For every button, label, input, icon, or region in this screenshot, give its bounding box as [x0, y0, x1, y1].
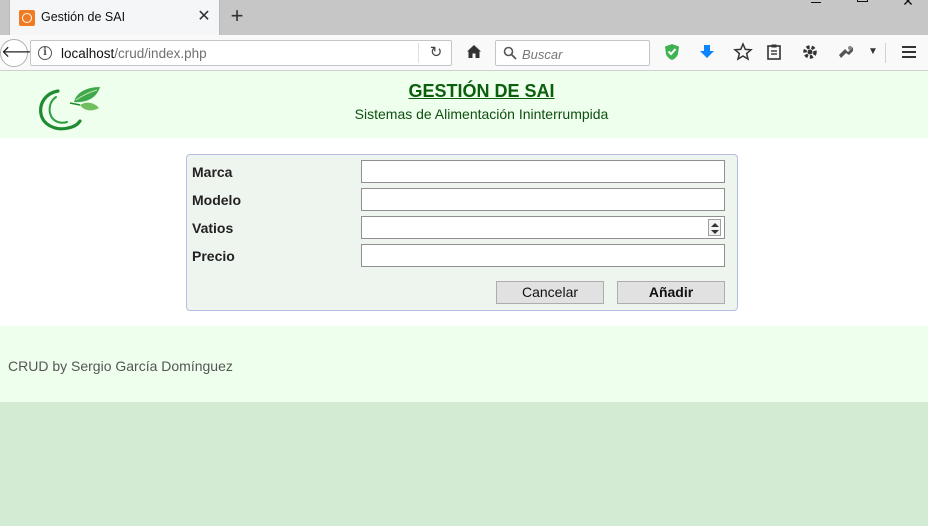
- minimize-window-button[interactable]: [796, 0, 836, 12]
- marca-input[interactable]: [361, 160, 725, 183]
- gear-icon[interactable]: [800, 42, 820, 62]
- cancel-button[interactable]: Cancelar: [496, 281, 604, 304]
- new-tab-icon[interactable]: +: [227, 5, 247, 27]
- add-button[interactable]: Añadir: [617, 281, 725, 304]
- back-arrow-icon[interactable]: 🡐: [0, 39, 44, 67]
- maximize-window-button[interactable]: [842, 0, 882, 12]
- precio-input[interactable]: [361, 244, 725, 267]
- search-placeholder: Buscar: [522, 47, 563, 62]
- modelo-label: Modelo: [192, 192, 241, 208]
- close-tab-icon[interactable]: ✕: [196, 9, 212, 25]
- page: GESTIÓN DE SAI Sistemas de Alimentación …: [0, 71, 928, 526]
- precio-label: Precio: [192, 248, 235, 264]
- toolbar-divider: [885, 43, 886, 63]
- site-header: GESTIÓN DE SAI Sistemas de Alimentación …: [0, 71, 928, 138]
- url-path: /crud/index.php: [114, 46, 207, 61]
- download-icon[interactable]: [697, 42, 717, 62]
- tab-bar: Gestión de SAI ✕ + ✕: [0, 0, 928, 35]
- url-text[interactable]: localhost/crud/index.php: [61, 46, 207, 61]
- main-content: Marca Modelo Vatios Precio Cancelar Añad…: [0, 138, 928, 326]
- bookmark-star-icon[interactable]: [733, 42, 753, 62]
- modelo-input[interactable]: [361, 188, 725, 211]
- search-bar[interactable]: Buscar: [495, 40, 650, 66]
- chevron-down-icon[interactable]: ▼: [863, 42, 883, 62]
- add-sai-form: Marca Modelo Vatios Precio Cancelar Añad…: [186, 154, 738, 311]
- close-window-button[interactable]: ✕: [888, 0, 928, 12]
- info-icon[interactable]: i: [38, 46, 52, 60]
- address-bar-divider: [418, 43, 419, 63]
- vatios-number-input[interactable]: [361, 216, 725, 239]
- address-bar[interactable]: i localhost/crud/index.php ↻: [30, 40, 452, 66]
- page-subtitle: Sistemas de Alimentación Ininterrumpida: [354, 106, 609, 122]
- site-footer: CRUD by Sergio García Domínguez: [0, 326, 928, 402]
- spin-up-arrow-icon[interactable]: [711, 223, 719, 227]
- adblock-shield-icon[interactable]: [662, 42, 682, 62]
- navigation-toolbar: 🡐 i localhost/crud/index.php ↻ Buscar ▼: [0, 35, 928, 71]
- reload-icon[interactable]: ↻: [427, 44, 445, 62]
- extension-icon[interactable]: [836, 42, 856, 62]
- home-icon[interactable]: [465, 43, 483, 61]
- footer-credit: CRUD by Sergio García Domínguez: [8, 358, 233, 374]
- hamburger-menu-icon[interactable]: [899, 42, 919, 62]
- number-spinner[interactable]: [708, 219, 721, 236]
- spin-down-arrow-icon[interactable]: [711, 230, 719, 234]
- marca-label: Marca: [192, 164, 233, 180]
- search-icon: [503, 46, 517, 60]
- browser-tab[interactable]: Gestión de SAI ✕: [9, 0, 220, 35]
- page-title: GESTIÓN DE SAI: [408, 81, 555, 101]
- url-host: localhost: [61, 46, 115, 61]
- xampp-favicon-icon: [19, 10, 35, 26]
- clipboard-icon[interactable]: [764, 42, 784, 62]
- vatios-label: Vatios: [192, 220, 234, 236]
- tab-title: Gestión de SAI: [41, 10, 126, 24]
